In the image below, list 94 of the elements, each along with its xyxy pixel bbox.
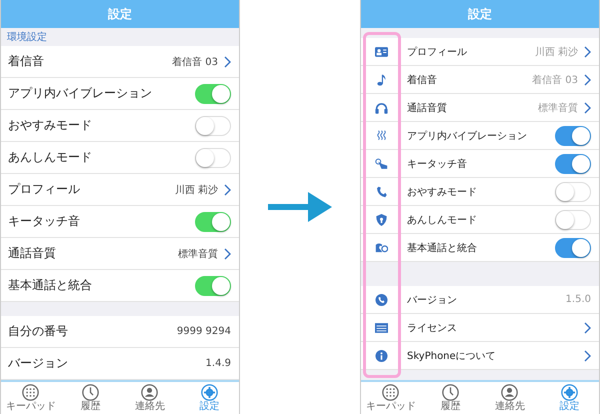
right-arrow-icon xyxy=(268,192,332,222)
chevron-icon xyxy=(224,56,231,68)
clock-icon xyxy=(442,384,459,401)
chevron-icon xyxy=(584,322,591,334)
settings-row[interactable]: プロフィール 川西 莉沙 xyxy=(1,174,239,206)
phone-icon xyxy=(374,186,388,198)
settings-row[interactable]: ライセンス xyxy=(361,314,599,342)
setting-value: 9999 9294 xyxy=(176,326,231,337)
setting-value: 川西 莉沙 xyxy=(534,46,578,58)
settings-row[interactable]: あんしんモード xyxy=(361,206,599,234)
settings-row[interactable]: 基本通話と統合 xyxy=(361,234,599,262)
setting-label: 着信音 xyxy=(8,53,45,70)
setting-label: ライセンス xyxy=(407,322,458,334)
setting-label: アプリ内バイブレーション xyxy=(407,130,528,142)
tab-item[interactable]: キーパッド xyxy=(361,382,420,414)
tab-item[interactable]: 連絡先 xyxy=(480,382,540,414)
chevron-icon xyxy=(584,102,591,114)
settings-row[interactable]: プロフィール 川西 莉沙 xyxy=(361,38,599,66)
setting-value: 着信音 03 xyxy=(532,74,578,86)
settings-icon xyxy=(560,384,578,401)
contact-icon xyxy=(501,384,518,401)
headphones-icon xyxy=(374,102,388,114)
setting-label: キータッチ音 xyxy=(8,213,81,230)
settings-icon xyxy=(200,384,218,401)
toggle-switch[interactable] xyxy=(555,154,591,174)
settings-row[interactable]: 自分の番号 9999 9294 xyxy=(1,316,239,348)
settings-row[interactable]: あんしんモード xyxy=(1,142,239,174)
settings-row[interactable]: 着信音 着信音 03 xyxy=(361,66,599,94)
setting-value: 標準音質 xyxy=(538,102,578,114)
chevron-icon xyxy=(224,248,231,260)
contact-icon xyxy=(141,384,158,401)
tab-item[interactable]: 設定 xyxy=(180,382,239,414)
music-note-icon xyxy=(374,74,388,86)
settings-row[interactable]: SkyPhoneについて xyxy=(361,342,599,370)
settings-row[interactable]: アプリ内バイブレーション xyxy=(361,122,599,150)
settings-row[interactable]: キータッチ音 xyxy=(1,206,239,238)
chevron-icon xyxy=(224,184,231,196)
settings-row[interactable]: アプリ内バイブレーション xyxy=(1,78,239,110)
settings-row[interactable]: 通話音質 標準音質 xyxy=(361,94,599,122)
setting-label: おやすみモード xyxy=(407,186,478,198)
tab-item[interactable]: キーパッド xyxy=(1,382,60,414)
setting-value: 1.4.9 xyxy=(206,358,231,369)
setting-label: キータッチ音 xyxy=(407,158,468,170)
setting-label: SkyPhoneについて xyxy=(407,350,497,362)
document-icon xyxy=(374,322,388,334)
setting-label: 自分の番号 xyxy=(8,323,69,340)
toggle-switch[interactable] xyxy=(195,276,231,296)
setting-label: あんしんモード xyxy=(8,149,93,166)
screen-title: 設定 xyxy=(361,0,599,28)
setting-label: プロフィール xyxy=(407,46,468,58)
settings-row[interactable]: 基本通話と統合 xyxy=(1,270,239,302)
shield-icon xyxy=(374,214,388,226)
setting-label: 基本通話と統合 xyxy=(8,277,93,294)
setting-label: あんしんモード xyxy=(407,214,478,226)
tab-item[interactable]: 履歴 xyxy=(420,382,480,414)
toggle-switch[interactable] xyxy=(195,84,231,104)
settings-row[interactable]: バージョン 1.5.0 xyxy=(361,286,599,314)
setting-label: おやすみモード xyxy=(8,117,93,134)
keypad-icon xyxy=(22,384,40,401)
chevron-icon xyxy=(584,46,591,58)
toggle-switch[interactable] xyxy=(555,126,591,146)
setting-label: 通話音質 xyxy=(8,245,57,262)
settings-row[interactable]: 通話音質 標準音質 xyxy=(1,238,239,270)
settings-row[interactable]: 着信音 着信音 03 xyxy=(1,46,239,78)
setting-value: 1.5.0 xyxy=(566,294,591,305)
setting-label: 着信音 xyxy=(407,74,438,86)
contact-card-icon xyxy=(374,46,388,58)
section-header: 環境設定 xyxy=(6,30,48,45)
setting-label: プロフィール xyxy=(8,181,81,198)
setting-value: 川西 莉沙 xyxy=(174,184,218,196)
settings-row[interactable]: おやすみモード xyxy=(1,110,239,142)
chevron-icon xyxy=(584,74,591,86)
touch-icon xyxy=(374,158,388,170)
vibration-icon xyxy=(374,130,388,142)
setting-value: 標準音質 xyxy=(178,248,218,260)
setting-value: 着信音 03 xyxy=(172,56,218,68)
settings-row[interactable]: おやすみモード xyxy=(361,178,599,206)
setting-label: アプリ内バイブレーション xyxy=(8,85,153,102)
keypad-icon xyxy=(382,384,400,401)
info-icon xyxy=(374,350,388,362)
tab-item[interactable]: 連絡先 xyxy=(120,382,180,414)
tab-item[interactable]: 設定 xyxy=(540,382,599,414)
settings-row[interactable]: キータッチ音 xyxy=(361,150,599,178)
toggle-switch[interactable] xyxy=(195,212,231,232)
clock-icon xyxy=(82,384,99,401)
screen-title: 設定 xyxy=(1,0,239,28)
setting-label: 基本通話と統合 xyxy=(407,242,478,254)
chevron-icon xyxy=(584,350,591,362)
phone-icon xyxy=(374,294,388,306)
setting-label: バージョン xyxy=(8,355,69,372)
tab-item[interactable]: 履歴 xyxy=(60,382,120,414)
toggle-switch[interactable] xyxy=(555,238,591,258)
setting-label: 通話音質 xyxy=(407,102,448,114)
setting-label: バージョン xyxy=(407,294,458,306)
